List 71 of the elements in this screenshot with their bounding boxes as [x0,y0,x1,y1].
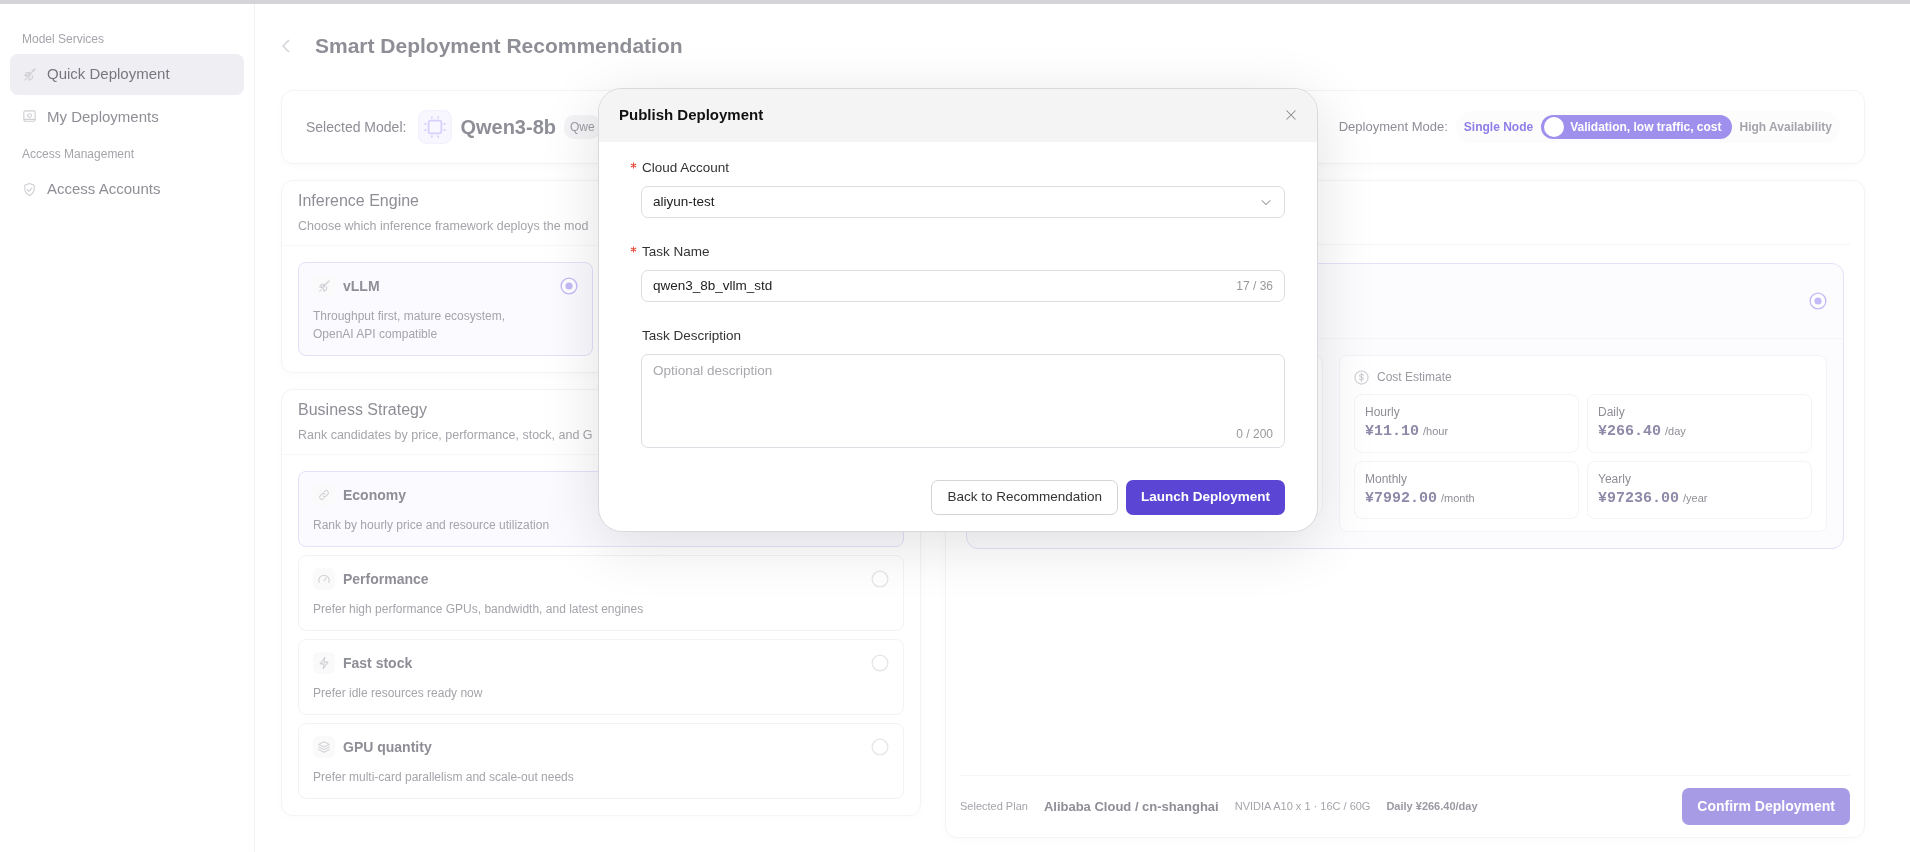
back-icon[interactable] [281,39,291,53]
model-label: Selected Model: [306,117,407,137]
radio[interactable] [560,277,578,295]
section-title: Inference Engine [298,191,419,211]
plan-name: Alibaba Cloud / cn-shanghai [1043,797,1219,816]
dialog-title: Publish Deployment [619,105,764,125]
mode-switch[interactable]: Validation, low traffic, cost [1541,115,1732,139]
task-name-field[interactable]: qwen3_8b_vllm_std 17 / 36 [641,270,1285,302]
sidebar-item[interactable]: Access Accounts [10,169,244,210]
cost-value: ¥7992.00 [1365,488,1437,509]
gauge-icon [317,572,331,586]
option-card[interactable]: Fast stock Prefer idle resources ready now [298,639,904,715]
option-card[interactable]: GPU quantity Prefer multi-card parallelism and scale-out needs [298,723,904,799]
page-title: Smart Deployment Recommendation [315,33,683,60]
option-card[interactable]: Performance Prefer high performance GPUs, bandwidth, and latest engines [298,555,904,631]
option-description: Rank by hourly price and resource utilization [313,517,551,534]
cost-value: ¥266.40 [1598,422,1661,442]
back-button[interactable]: Back to Recommendation [931,480,1118,515]
option-title: GPU quantity [343,737,432,757]
option-description: Throughput first, mature ecosystem, OpenAI API compatible [313,308,507,343]
cost-label: Monthly [1365,470,1409,488]
close-icon[interactable] [1285,109,1297,122]
cost-label: Daily [1598,404,1626,421]
mode-option[interactable]: High Availability [1739,118,1832,136]
account-select[interactable]: aliyun-test [641,185,1285,218]
lightning-icon [317,656,331,670]
field-label: Task Name [642,242,710,261]
cost-unit: /month [1441,490,1475,506]
cost-value: ¥97236.00 [1598,488,1679,509]
server-icon [22,109,37,125]
dollar-icon [1354,369,1369,385]
chip-icon [418,110,453,144]
section-subtitle: Choose which inference framework deploys the mod [298,218,589,235]
option-description: Prefer high performance GPUs, bandwidth, and latest engines [313,601,645,618]
mode-option[interactable]: Single Node [1463,118,1534,136]
cost-label: Yearly [1598,470,1632,488]
cost-unit: /hour [1423,424,1449,439]
option-title: vLLM [343,276,380,296]
section-subtitle: Rank candidates by price, performance, stock, and G [298,427,593,444]
launch-button[interactable]: Launch Deployment [1126,480,1285,515]
option-card[interactable]: vLLM Throughput first, mature ecosystem, OpenAI API compatible [298,262,593,356]
cost-value: ¥11.10 [1365,422,1419,442]
radio[interactable] [1809,292,1827,310]
character-count: 17 / 36 [1236,278,1273,295]
link-icon [317,488,331,502]
option-title: Performance [343,569,429,589]
sidebar-item[interactable]: Quick Deployment [10,54,244,95]
sidebar-group-title: Access Management [21,146,136,163]
option-title: Fast stock [343,653,413,673]
model-tag: Qwe [564,115,601,139]
cost-unit: /year [1683,490,1708,506]
mode-label: Deployment Mode: [1338,118,1448,137]
sidebar-item[interactable]: My Deployments [10,96,244,137]
plan-spec: NVIDIA A10 x 1 · 16C / 60G [1234,799,1371,815]
character-count: 0 / 200 [1236,426,1273,444]
cost-label: Hourly [1365,404,1401,421]
option-description: Prefer multi-card parallelism and scale-out needs [313,769,575,786]
section-title: Business Strategy [298,400,427,420]
shield-icon [22,181,37,197]
option-description: Prefer idle resources ready now [313,685,484,702]
cost-unit: /day [1665,424,1686,439]
layers-icon [317,740,331,754]
field-label: Task Description [642,327,742,345]
cost-title: Cost Estimate [1377,369,1452,386]
plan-label: Selected Plan [960,799,1028,815]
field-label: Cloud Account [642,158,730,177]
sidebar-group-title: Model Services [21,31,106,48]
confirm-button[interactable]: Confirm Deployment [1682,788,1850,825]
plan-price: Daily ¥266.40/day [1386,799,1478,815]
option-title: Economy [343,485,406,505]
model-name: Qwen3-8b [460,115,556,140]
